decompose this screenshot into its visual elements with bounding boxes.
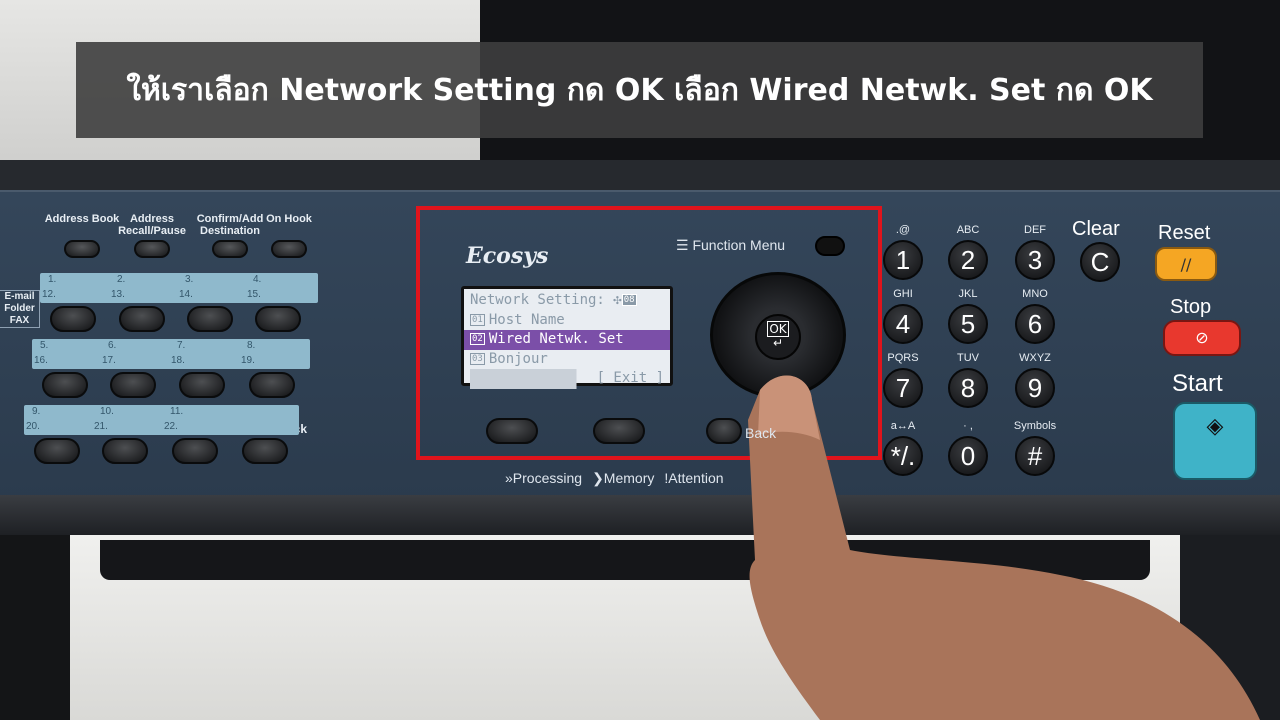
indicator-icon: ❯ <box>592 470 604 486</box>
back-label: Back <box>745 425 777 441</box>
one-touch-button[interactable] <box>34 438 80 464</box>
menu-icon: ☰ <box>676 237 693 253</box>
item-number: 02 <box>470 333 485 345</box>
right-softkey-button[interactable] <box>593 418 645 444</box>
brand-logo: Ecosys <box>466 243 549 269</box>
status-indicators: »Processing ❯Memory !Attention <box>505 470 724 487</box>
printer-body-left <box>0 535 70 720</box>
one-touch-label-strip: 9. 10. 11. 20. 21. 22. <box>24 405 299 435</box>
one-touch-number: 7. <box>177 340 186 351</box>
one-touch-number: 9. <box>32 406 41 417</box>
one-touch-button[interactable] <box>102 438 148 464</box>
top-function-button[interactable] <box>212 240 248 258</box>
item-label: Bonjour <box>488 350 548 367</box>
one-touch-number: 17. <box>102 355 116 366</box>
clear-label: Clear <box>1072 218 1120 240</box>
mode-label: E-mail Folder FAX <box>0 290 40 328</box>
lcd-title: Network Setting: ✣ 08 <box>470 292 637 308</box>
key-sub-label: GHI <box>893 288 913 300</box>
top-function-button[interactable] <box>64 240 100 258</box>
function-menu-label: ☰ Function Menu <box>676 237 786 253</box>
key-sub-label: MNO <box>1022 288 1048 300</box>
stop-button[interactable]: ⊘ <box>1163 320 1241 356</box>
one-touch-number: 3. <box>185 274 194 285</box>
one-touch-number: 16. <box>34 355 48 366</box>
function-menu-button[interactable] <box>815 236 845 256</box>
indicator-icon: » <box>505 470 513 486</box>
top-function-button[interactable] <box>271 240 307 258</box>
one-touch-number: 19. <box>241 355 255 366</box>
one-touch-label-strip: 1. 2. 3. 4. 12. 13. 14. 15. <box>40 273 318 303</box>
one-touch-number: 10. <box>100 406 114 417</box>
left-softkey-button[interactable] <box>486 418 538 444</box>
stop-label: Stop <box>1170 296 1212 318</box>
clear-button[interactable]: C <box>1080 242 1120 282</box>
key-sub-label: DEF <box>1024 224 1046 236</box>
top-button-label: Address Book <box>44 213 120 225</box>
key-sub-label: .@ <box>895 224 911 236</box>
one-touch-button[interactable] <box>187 306 233 332</box>
one-touch-button[interactable] <box>255 306 301 332</box>
one-touch-number: 18. <box>171 355 185 366</box>
key-1[interactable]: 1 <box>883 240 923 280</box>
one-touch-button[interactable] <box>242 438 288 464</box>
one-touch-number: 13. <box>111 289 125 300</box>
key-3[interactable]: 3 <box>1015 240 1055 280</box>
one-touch-number: 22. <box>164 421 178 432</box>
lcd-menu-item[interactable]: 01 Host Name <box>470 311 664 331</box>
one-touch-number: 6. <box>108 340 117 351</box>
one-touch-number: 11. <box>170 406 184 417</box>
ok-button[interactable]: OK ↵ <box>755 314 801 360</box>
one-touch-button[interactable] <box>249 372 295 398</box>
item-label: Wired Netwk. Set <box>488 331 624 347</box>
one-touch-number: 20. <box>26 421 40 432</box>
one-touch-button[interactable] <box>179 372 225 398</box>
one-touch-button[interactable] <box>172 438 218 464</box>
one-touch-number: 12. <box>42 289 56 300</box>
one-touch-button[interactable] <box>119 306 165 332</box>
item-number: 03 <box>470 352 485 365</box>
key-sub-label: JKL <box>958 288 978 300</box>
one-touch-number: 2. <box>117 274 126 285</box>
video-caption: ให้เราเลือก Network Setting กด OK เลือก … <box>76 42 1203 138</box>
one-touch-button[interactable] <box>42 372 88 398</box>
lcd-menu-item[interactable]: 03 Bonjour <box>470 350 664 370</box>
one-touch-number: 1. <box>48 274 57 285</box>
pointing-hand <box>748 375 1260 720</box>
one-touch-number: 5. <box>40 340 49 351</box>
key-6[interactable]: 6 <box>1015 304 1055 344</box>
one-touch-button[interactable] <box>50 306 96 332</box>
item-number: 01 <box>470 313 485 326</box>
lcd-menu-item[interactable]: 02 Wired Netwk. Set <box>464 330 670 350</box>
enter-icon: ↵ <box>772 336 784 350</box>
key-4[interactable]: 4 <box>883 304 923 344</box>
one-touch-label-strip: 5. 6. 7. 8. 16. 17. 18. 19. <box>32 339 310 369</box>
reset-button[interactable]: // <box>1155 247 1217 281</box>
one-touch-number: 8. <box>247 340 256 351</box>
indicator-memory: ❯Memory <box>592 470 655 486</box>
item-label: Host Name <box>488 311 565 328</box>
key-5[interactable]: 5 <box>948 304 988 344</box>
key-2[interactable]: 2 <box>948 240 988 280</box>
indicator-processing: »Processing <box>505 470 583 486</box>
one-touch-number: 14. <box>179 289 193 300</box>
exit-softkey-label[interactable]: [ Exit ] <box>470 369 664 389</box>
one-touch-number: 15. <box>247 289 261 300</box>
arrows-icon: ✣ <box>613 292 622 308</box>
top-button-label: Address Recall/Pause <box>118 213 186 237</box>
one-touch-number: 4. <box>253 274 262 285</box>
one-touch-button[interactable] <box>110 372 156 398</box>
key-sub-label: ABC <box>956 224 980 236</box>
reset-label: Reset <box>1158 222 1211 244</box>
lcd-screen: Network Setting: ✣ 08 01 Host Name 02 Wired … <box>461 286 673 389</box>
one-touch-number: 21. <box>94 421 108 432</box>
top-function-button[interactable] <box>134 240 170 258</box>
top-button-label: On Hook <box>266 213 312 225</box>
stop-icon: ⊘ <box>1195 328 1209 347</box>
